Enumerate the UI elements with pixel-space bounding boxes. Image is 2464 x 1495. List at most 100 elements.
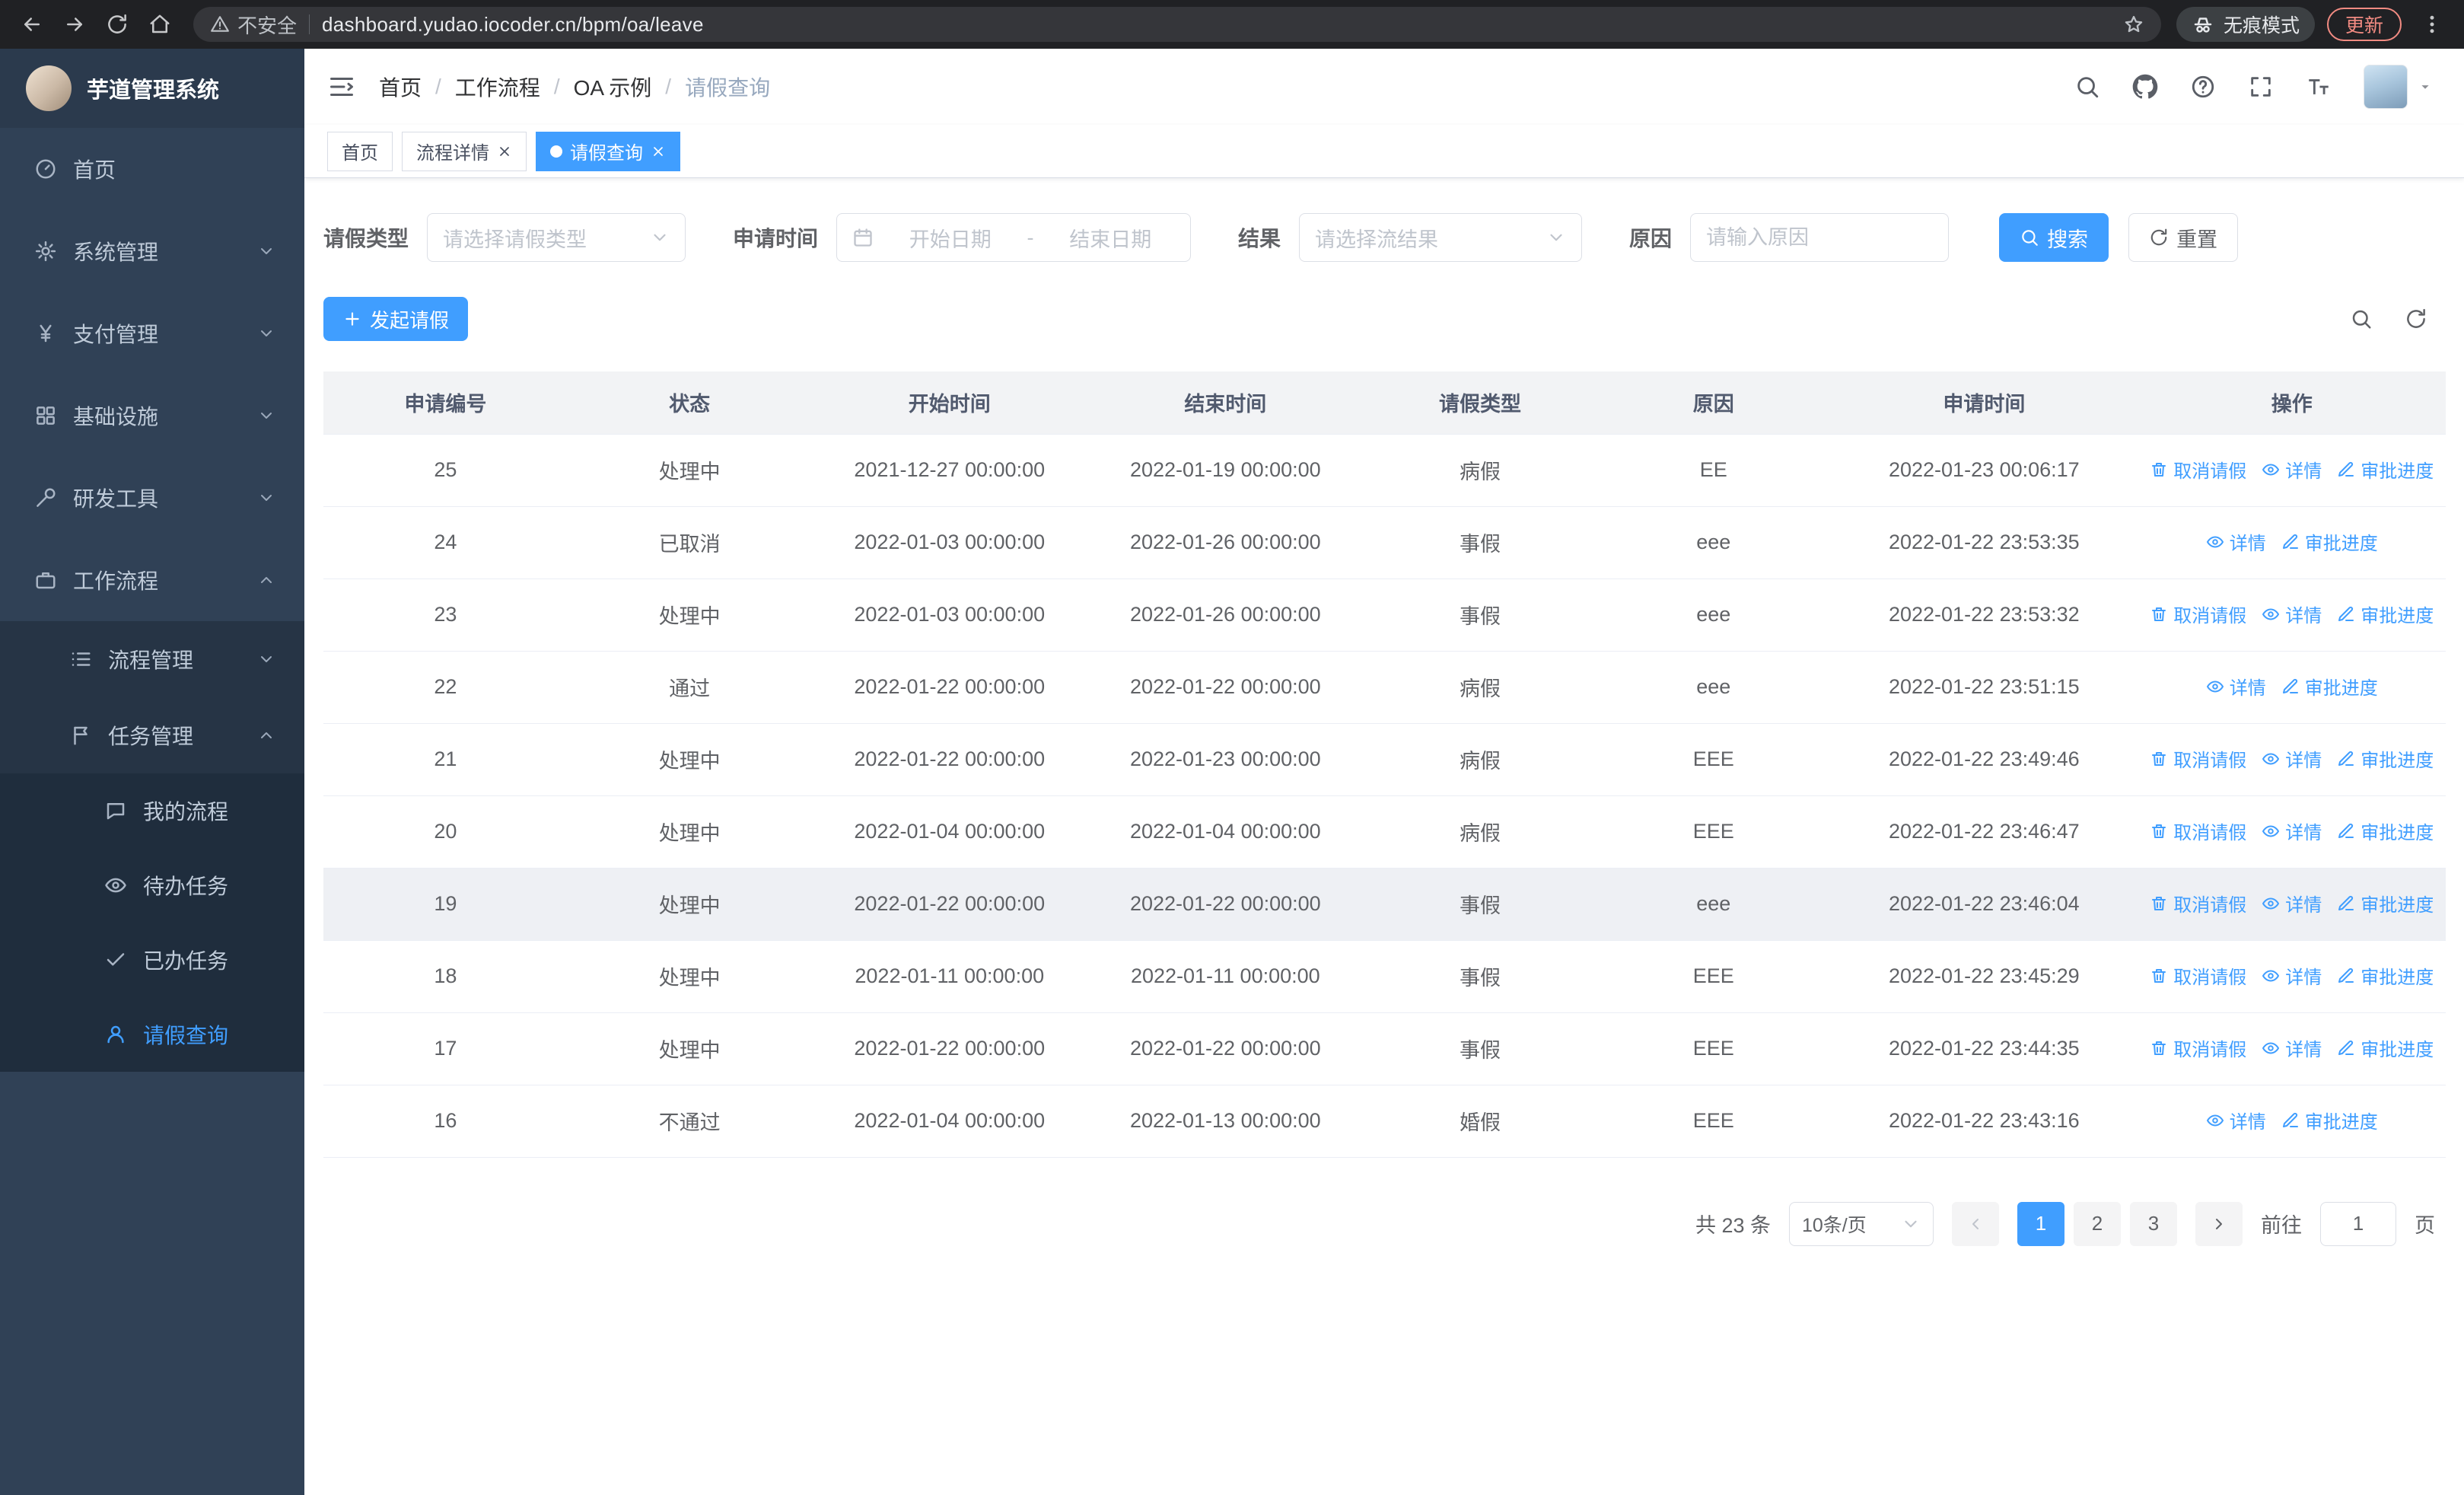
breadcrumb-item[interactable]: OA 示例	[574, 72, 652, 102]
action-detail-link[interactable]: 详情	[2262, 456, 2322, 483]
action-cancel-link[interactable]: 取消请假	[2150, 818, 2246, 844]
check-icon	[103, 948, 128, 972]
goto-page-input[interactable]	[2320, 1201, 2396, 1246]
table-cell: 2022-01-04 00:00:00	[811, 795, 1088, 869]
browser-home-icon[interactable]	[142, 6, 178, 43]
action-progress-link[interactable]: 审批进度	[2281, 528, 2378, 555]
table-cell: 事假	[1363, 940, 1597, 1013]
sidebar-item-label: 基础设施	[73, 405, 159, 429]
reason-input[interactable]	[1706, 225, 1934, 250]
sidebar-item-dev-tools[interactable]: 研发工具	[0, 457, 304, 539]
create-leave-button[interactable]: 发起请假	[323, 297, 469, 341]
browser-forward-icon[interactable]	[56, 6, 93, 43]
sidebar-item-workflow[interactable]: 工作流程	[0, 539, 304, 621]
action-detail-link[interactable]: 详情	[2206, 1107, 2266, 1133]
action-detail-link[interactable]: 详情	[2262, 601, 2322, 627]
action-detail-link[interactable]: 详情	[2262, 962, 2322, 989]
sidebar-item-payment-management[interactable]: 支付管理	[0, 292, 304, 375]
action-cancel-link[interactable]: 取消请假	[2150, 745, 2246, 772]
close-icon[interactable]	[497, 144, 512, 159]
leave-type-select[interactable]: 请选择请假类型	[427, 213, 686, 262]
security-warning[interactable]: 不安全	[210, 11, 297, 39]
action-detail-link[interactable]: 详情	[2262, 1034, 2322, 1061]
sidebar-item-home[interactable]: 首页	[0, 128, 304, 210]
page-button-2[interactable]: 2	[2074, 1201, 2121, 1246]
tab-home[interactable]: 首页	[327, 131, 393, 171]
address-bar[interactable]: 不安全 dashboard.yudao.iocoder.cn/bpm/oa/le…	[193, 7, 2161, 42]
column-header: 操作	[2138, 371, 2446, 435]
page-button-1[interactable]: 1	[2017, 1201, 2064, 1246]
sidebar-item-leave-query[interactable]: 请假查询	[0, 997, 304, 1072]
toggle-search-icon[interactable]	[2350, 308, 2373, 330]
chevron-down-icon	[257, 650, 275, 668]
page-size-select[interactable]: 10条/页	[1789, 1201, 1934, 1246]
prev-page-button[interactable]	[1952, 1201, 1999, 1246]
result-select[interactable]: 请选择流结果	[1299, 213, 1583, 262]
tab-leave-query[interactable]: 请假查询	[536, 131, 680, 171]
update-button[interactable]: 更新	[2326, 8, 2402, 41]
header-search-icon[interactable]	[2074, 74, 2100, 100]
next-page-button[interactable]	[2195, 1201, 2243, 1246]
sidebar-item-done-tasks[interactable]: 已办任务	[0, 923, 304, 997]
table-cell: 24	[323, 506, 568, 579]
breadcrumb-item[interactable]: 工作流程	[455, 72, 540, 102]
eye-icon	[2206, 533, 2224, 551]
action-progress-link[interactable]: 审批进度	[2337, 1034, 2434, 1061]
action-cancel-link[interactable]: 取消请假	[2150, 962, 2246, 989]
action-progress-link[interactable]: 审批进度	[2337, 890, 2434, 916]
breadcrumb-item: 请假查询	[685, 76, 771, 100]
refresh-table-icon[interactable]	[2405, 308, 2427, 330]
bookmark-star-icon[interactable]	[2123, 14, 2144, 35]
breadcrumb-item[interactable]: 首页	[379, 72, 422, 102]
action-progress-link[interactable]: 审批进度	[2281, 1107, 2378, 1133]
action-cancel-link[interactable]: 取消请假	[2150, 456, 2246, 483]
trash-icon	[2150, 894, 2168, 913]
sidebar-item-system-management[interactable]: 系统管理	[0, 210, 304, 292]
browser-back-icon[interactable]	[14, 6, 50, 43]
font-size-icon[interactable]	[2306, 74, 2332, 100]
browser-menu-icon[interactable]	[2414, 6, 2450, 43]
action-progress-link[interactable]: 审批进度	[2337, 601, 2434, 627]
action-detail-link[interactable]: 详情	[2262, 890, 2322, 916]
end-date-placeholder: 结束日期	[1069, 228, 1152, 251]
table-cell: 22	[323, 651, 568, 724]
sidebar-item-task-management[interactable]: 任务管理	[0, 697, 304, 773]
action-progress-link[interactable]: 审批进度	[2337, 962, 2434, 989]
table-cell: 16	[323, 1085, 568, 1158]
sidebar-toggle-icon[interactable]	[327, 72, 356, 101]
app-logo[interactable]: 芋道管理系统	[0, 49, 304, 128]
action-progress-link[interactable]: 审批进度	[2337, 456, 2434, 483]
browser-reload-icon[interactable]	[99, 6, 135, 43]
table-cell: 2022-01-22 23:46:04	[1830, 868, 2138, 941]
table-cell: EEE	[1597, 795, 1831, 869]
apply-time-range-picker[interactable]: 开始日期 - 结束日期	[836, 213, 1192, 262]
reset-button[interactable]: 重置	[2128, 213, 2239, 262]
sidebar-item-infrastructure[interactable]: 基础设施	[0, 375, 304, 457]
close-icon[interactable]	[651, 144, 666, 159]
page-button-3[interactable]: 3	[2130, 1201, 2177, 1246]
action-cancel-link[interactable]: 取消请假	[2150, 1034, 2246, 1061]
action-progress-link[interactable]: 审批进度	[2281, 673, 2378, 700]
action-cancel-link[interactable]: 取消请假	[2150, 601, 2246, 627]
action-progress-link[interactable]: 审批进度	[2337, 745, 2434, 772]
sidebar-item-my-process[interactable]: 我的流程	[0, 773, 304, 848]
tab-process-detail[interactable]: 流程详情	[402, 131, 527, 171]
fullscreen-icon[interactable]	[2248, 74, 2274, 100]
user-menu[interactable]	[2364, 65, 2434, 109]
action-progress-link[interactable]: 审批进度	[2337, 818, 2434, 844]
action-detail-link[interactable]: 详情	[2262, 818, 2322, 844]
action-detail-link[interactable]: 详情	[2206, 528, 2266, 555]
sidebar-item-todo-tasks[interactable]: 待办任务	[0, 848, 304, 923]
edit-icon	[2337, 822, 2355, 840]
action-label: 详情	[2285, 1040, 2322, 1061]
action-detail-link[interactable]: 详情	[2206, 673, 2266, 700]
github-icon[interactable]	[2132, 74, 2158, 100]
filter-buttons: 搜索 重置	[1999, 213, 2239, 262]
help-icon[interactable]	[2190, 74, 2216, 100]
search-button[interactable]: 搜索	[1999, 213, 2109, 262]
table-cell: 事假	[1363, 579, 1597, 652]
action-detail-link[interactable]: 详情	[2262, 745, 2322, 772]
sidebar-item-process-management[interactable]: 流程管理	[0, 621, 304, 697]
action-cancel-link[interactable]: 取消请假	[2150, 890, 2246, 916]
reset-button-label: 重置	[2176, 228, 2218, 251]
